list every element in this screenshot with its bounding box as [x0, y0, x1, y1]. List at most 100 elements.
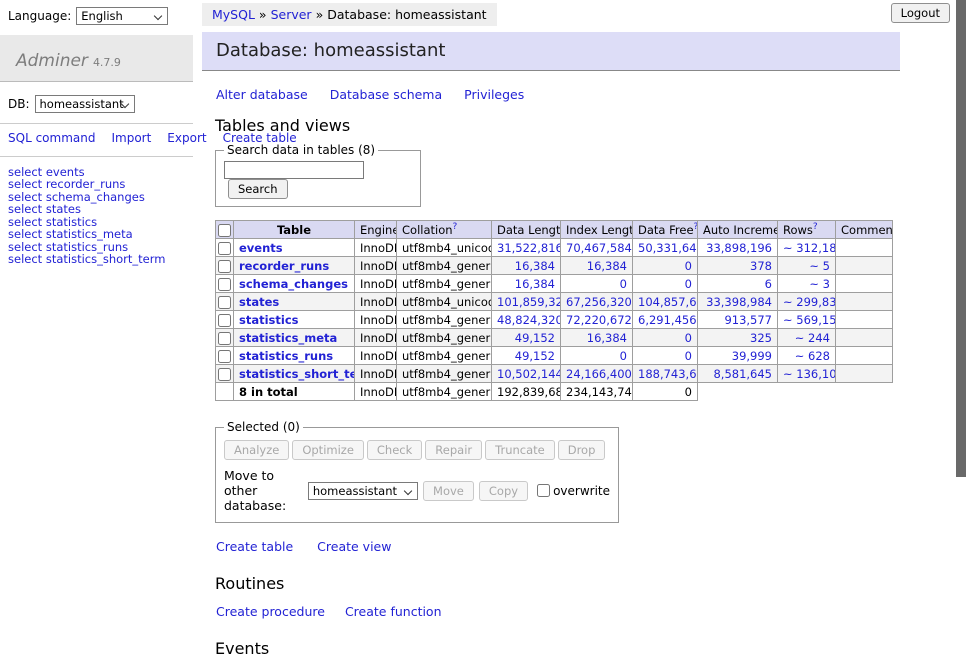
help-link[interactable]: ?	[694, 222, 698, 232]
index-length-link[interactable]: 24,166,400	[566, 367, 632, 381]
table-name-link[interactable]: statistics_meta	[239, 331, 337, 345]
rows-link[interactable]: ~ 312,180	[783, 241, 836, 255]
row-checkbox[interactable]	[218, 296, 231, 309]
index-length-link[interactable]: 16,384	[587, 331, 627, 345]
row-checkbox[interactable]	[218, 314, 231, 327]
data-length-link[interactable]: 16,384	[515, 277, 555, 291]
data-free-link[interactable]: 0	[685, 259, 692, 273]
main-content: MySQL»Server»Database: homeassistant Log…	[202, 0, 956, 658]
scrollbar-thumb[interactable]	[956, 0, 966, 477]
table-name-link[interactable]: statistics_runs	[239, 349, 333, 363]
rows-link[interactable]: ~ 5	[809, 259, 830, 273]
total-data-length: 192,839,680	[492, 383, 561, 401]
auto-increment-link[interactable]: 33,398,984	[706, 295, 772, 309]
language-select[interactable]: English	[76, 7, 168, 25]
rows-link[interactable]: ~ 136,108	[783, 367, 836, 381]
table-name-link[interactable]: recorder_runs	[239, 259, 329, 273]
col-table: Table	[234, 221, 355, 239]
rows-link[interactable]: ~ 3	[809, 277, 830, 291]
data-free-link[interactable]: 0	[685, 349, 692, 363]
comment-cell	[836, 257, 893, 275]
row-checkbox[interactable]	[218, 278, 231, 291]
index-length-link[interactable]: 72,220,672	[566, 313, 632, 327]
db-select[interactable]: homeassistant	[35, 95, 135, 113]
create-link[interactable]: Create view	[317, 539, 391, 554]
rows-link[interactable]: ~ 244	[795, 331, 830, 345]
auto-increment-link[interactable]: 33,898,196	[706, 241, 772, 255]
auto-increment-link[interactable]: 325	[750, 331, 772, 345]
data-length-link[interactable]: 49,152	[515, 331, 555, 345]
auto-increment-link[interactable]: 913,577	[724, 313, 772, 327]
breadcrumb-server-link[interactable]: Server	[271, 7, 312, 22]
sidebar-select-link[interactable]: select statistics_short_term	[8, 253, 185, 266]
index-length-link[interactable]: 16,384	[587, 259, 627, 273]
data-free-link[interactable]: 0	[685, 277, 692, 291]
col-rows: Rows?	[778, 221, 836, 239]
table-name-link[interactable]: states	[239, 295, 279, 309]
index-length-link[interactable]: 0	[620, 277, 627, 291]
table-name-link[interactable]: schema_changes	[239, 277, 348, 291]
table-name-link[interactable]: statistics	[239, 313, 299, 327]
db-action-link[interactable]: Alter database	[216, 87, 308, 102]
search-input[interactable]	[224, 161, 364, 179]
help-link[interactable]: ?	[813, 222, 818, 232]
data-length-link[interactable]: 49,152	[515, 349, 555, 363]
index-length-link[interactable]: 67,256,320	[566, 295, 632, 309]
data-length-link[interactable]: 48,824,320	[497, 313, 561, 327]
data-length-link[interactable]: 10,502,144	[497, 367, 561, 381]
sidebar-link[interactable]: Export	[167, 131, 206, 145]
index-length-link[interactable]: 70,467,584	[566, 241, 632, 255]
db-action-link[interactable]: Database schema	[330, 87, 442, 102]
table-name-link[interactable]: events	[239, 241, 283, 255]
select-all-checkbox[interactable]	[218, 224, 231, 237]
data-free-link[interactable]: 6,291,456	[638, 313, 697, 327]
rows-link[interactable]: ~ 299,833	[783, 295, 836, 309]
help-link[interactable]: ?	[453, 222, 458, 232]
auto-increment-link[interactable]: 39,999	[732, 349, 772, 363]
auto-increment-link[interactable]: 378	[750, 259, 772, 273]
sidebar-select-link[interactable]: select statistics_meta	[8, 228, 185, 241]
table-name-link[interactable]: statistics_short_term	[239, 367, 355, 381]
routine-link[interactable]: Create procedure	[216, 604, 325, 619]
comment-cell	[836, 239, 893, 257]
data-free-link[interactable]: 188,743,680	[638, 367, 698, 381]
row-checkbox[interactable]	[218, 332, 231, 345]
rows-link[interactable]: ~ 628	[795, 349, 830, 363]
selected-legend: Selected (0)	[224, 420, 303, 434]
table-row: eventsInnoDButf8mb4_unicode_ci31,522,816…	[216, 239, 893, 257]
sidebar-select-link[interactable]: select states	[8, 203, 185, 216]
move-database-select[interactable]: homeassistant	[308, 482, 418, 500]
create-link[interactable]: Create table	[216, 539, 293, 554]
data-free-link[interactable]: 50,331,648	[638, 241, 698, 255]
row-checkbox[interactable]	[218, 350, 231, 363]
data-length-link[interactable]: 16,384	[515, 259, 555, 273]
sidebar-link[interactable]: Import	[111, 131, 151, 145]
truncate-button: Truncate	[485, 440, 555, 460]
collation-cell: utf8mb4_general_ci	[397, 257, 492, 275]
index-length-link[interactable]: 0	[620, 349, 627, 363]
breadcrumb-mysql-link[interactable]: MySQL	[212, 7, 255, 22]
data-length-link[interactable]: 31,522,816	[497, 241, 561, 255]
auto-increment-link[interactable]: 6	[765, 277, 772, 291]
table-row: statistics_short_termInnoDButf8mb4_gener…	[216, 365, 893, 383]
rows-link[interactable]: ~ 569,159	[783, 313, 836, 327]
logout-button[interactable]: Logout	[891, 3, 950, 23]
auto-increment-link[interactable]: 8,581,645	[713, 367, 772, 381]
row-checkbox[interactable]	[218, 368, 231, 381]
collation-cell: utf8mb4_general_ci	[397, 275, 492, 293]
overwrite-checkbox[interactable]	[537, 484, 550, 497]
row-checkbox[interactable]	[218, 260, 231, 273]
db-action-link[interactable]: Privileges	[464, 87, 524, 102]
data-free-link[interactable]: 0	[685, 331, 692, 345]
data-free-link[interactable]: 104,857,600	[638, 295, 698, 309]
table-row: schema_changesInnoDButf8mb4_general_ci16…	[216, 275, 893, 293]
vertical-scrollbar[interactable]	[956, 0, 966, 543]
engine-cell: InnoDB	[355, 329, 397, 347]
sidebar-select-link[interactable]: select recorder_runs	[8, 178, 185, 191]
sidebar-link[interactable]: SQL command	[8, 131, 95, 145]
row-checkbox[interactable]	[218, 242, 231, 255]
routine-link[interactable]: Create function	[345, 604, 442, 619]
search-button[interactable]: Search	[228, 179, 288, 199]
selected-fieldset: Selected (0) AnalyzeOptimizeCheckRepairT…	[215, 420, 619, 523]
data-length-link[interactable]: 101,859,328	[497, 295, 561, 309]
